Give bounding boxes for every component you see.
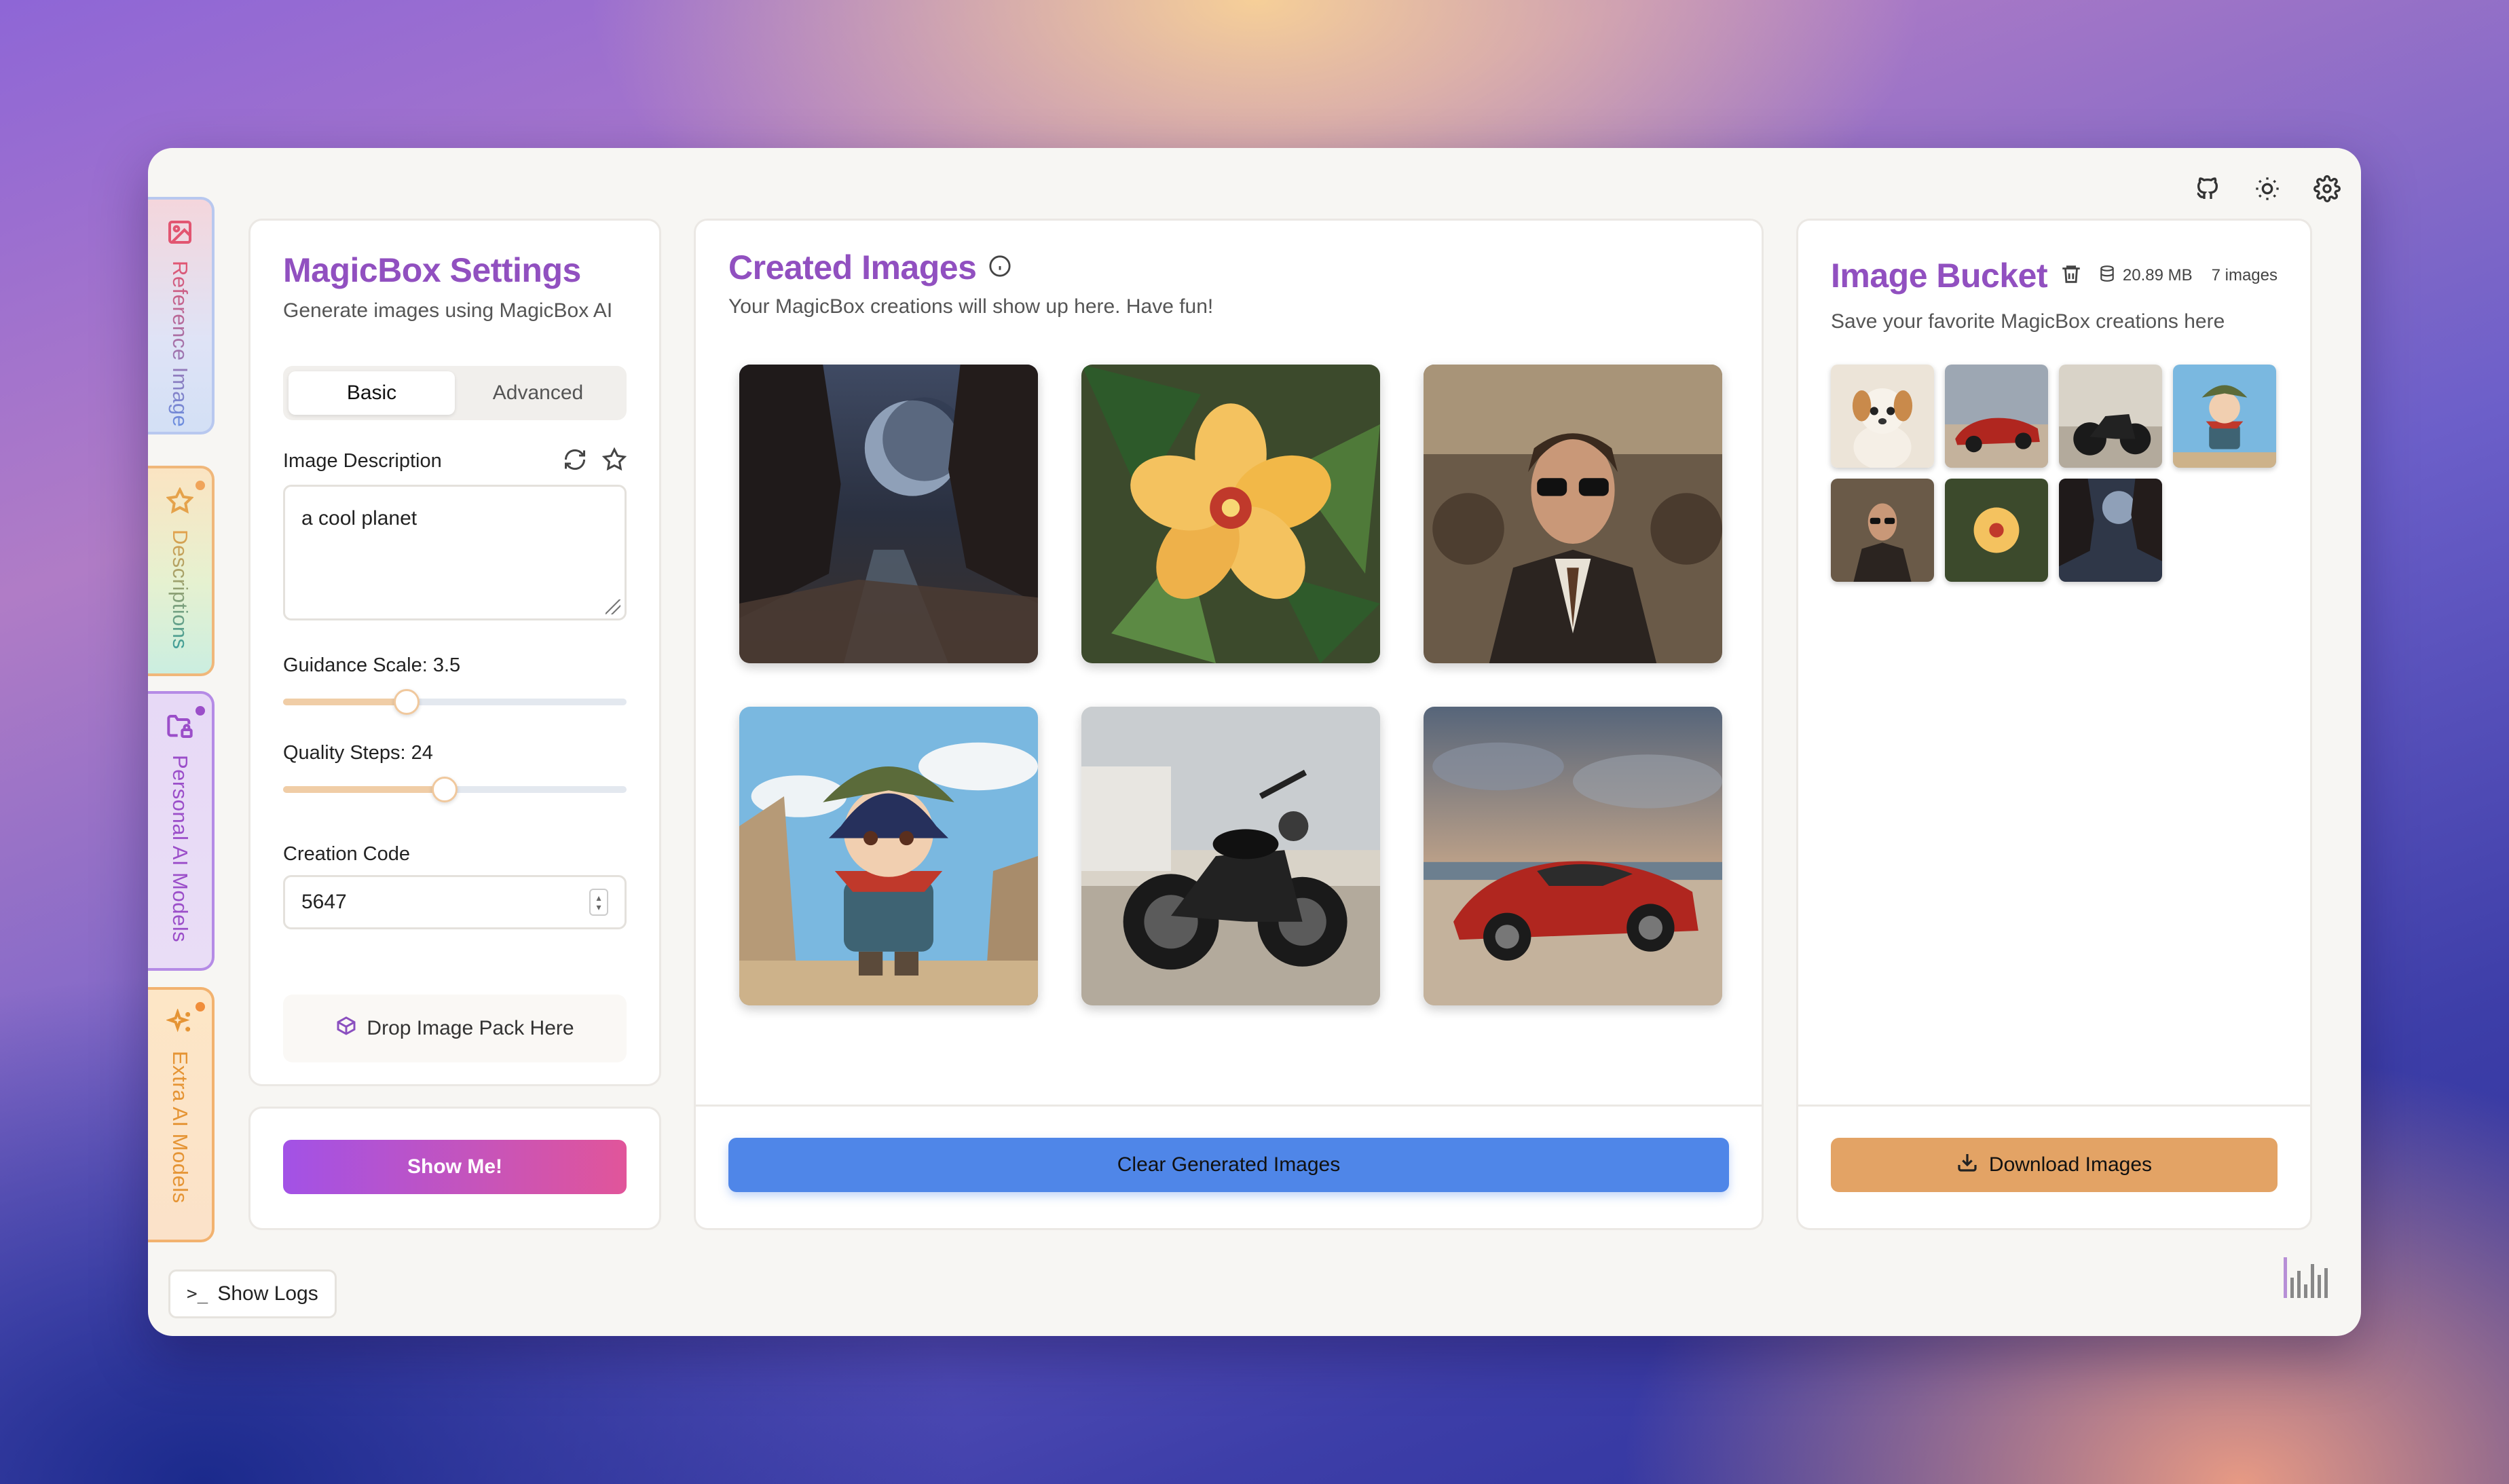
generated-image-motorcycle[interactable] <box>1081 707 1380 1005</box>
guidance-label: Guidance Scale: 3.5 <box>283 654 461 676</box>
download-images-button[interactable]: Download Images <box>1831 1138 2278 1192</box>
created-images-panel: Created Images Your MagicBox creations w… <box>694 219 1764 1230</box>
image-grid <box>739 365 1722 1005</box>
trash-icon[interactable] <box>2060 263 2083 289</box>
notification-dot <box>196 481 205 490</box>
code-value: 5647 <box>301 891 347 913</box>
folder-lock-icon <box>166 713 193 740</box>
bucket-size: 20.89 MB <box>2122 266 2193 284</box>
thumb-man[interactable] <box>1831 479 1934 582</box>
created-title: Created Images <box>728 248 977 286</box>
thumb-puppy[interactable] <box>1831 365 1934 468</box>
header-toolbar <box>2191 172 2343 205</box>
tab-label: Extra AI Models <box>168 1051 192 1204</box>
description-text: a cool planet <box>301 507 417 530</box>
thumb-flower[interactable] <box>1945 479 2048 582</box>
github-icon[interactable] <box>2191 172 2224 205</box>
stepper[interactable]: ▴ ▾ <box>589 889 608 916</box>
generated-image-flower[interactable] <box>1081 365 1380 663</box>
quality-label: Quality Steps: 24 <box>283 742 433 764</box>
sun-icon[interactable] <box>2251 172 2284 205</box>
tab-label: Reference Image <box>168 261 192 428</box>
star-icon <box>166 486 194 515</box>
refresh-icon[interactable] <box>563 447 587 475</box>
database-icon <box>2098 265 2116 287</box>
quality-slider[interactable] <box>283 775 627 802</box>
settings-title: MagicBox Settings <box>283 251 581 289</box>
generate-panel: Show Me! <box>248 1107 661 1230</box>
resize-handle[interactable] <box>606 599 620 614</box>
show-logs-button[interactable]: >_ Show Logs <box>168 1269 337 1318</box>
image-bucket-panel: Image Bucket 20.89 MB 7 images Save your… <box>1796 219 2312 1230</box>
bucket-count: 7 images <box>2211 266 2278 284</box>
download-label: Download Images <box>1988 1153 2153 1176</box>
mode-tabs: Basic Advanced <box>283 366 627 420</box>
slider-fill <box>283 786 445 793</box>
bucket-footer: Download Images <box>1798 1105 2310 1228</box>
created-subtitle: Your MagicBox creations will show up her… <box>728 295 1214 318</box>
tab-reference-image[interactable]: Reference Image <box>148 197 215 434</box>
generated-image-man[interactable] <box>1424 365 1722 663</box>
bucket-title: Image Bucket <box>1831 257 2048 295</box>
bucket-thumbnails <box>1831 365 2276 582</box>
created-footer: Clear Generated Images <box>696 1105 1762 1228</box>
download-icon <box>1956 1151 1978 1179</box>
thumb-chibi[interactable] <box>2173 365 2276 468</box>
slider-thumb[interactable] <box>431 777 458 802</box>
clear-images-button[interactable]: Clear Generated Images <box>728 1138 1729 1192</box>
thumb-motorcycle[interactable] <box>2059 365 2162 468</box>
thumb-planet[interactable] <box>2059 479 2162 582</box>
generated-image-chibi[interactable] <box>739 707 1038 1005</box>
creation-code-input[interactable]: 5647 ▴ ▾ <box>283 875 627 929</box>
notification-dot <box>196 706 205 716</box>
thumb-car[interactable] <box>1945 365 2048 468</box>
package-icon <box>335 1015 357 1042</box>
info-icon[interactable] <box>988 255 1011 281</box>
show-me-button[interactable]: Show Me! <box>283 1140 627 1194</box>
generated-image-car[interactable] <box>1424 707 1722 1005</box>
tab-advanced[interactable]: Advanced <box>455 371 621 415</box>
sparkles-icon <box>165 1007 193 1036</box>
description-label: Image Description <box>283 450 442 472</box>
brand-logo <box>2281 1250 2338 1312</box>
tab-basic[interactable]: Basic <box>289 371 455 415</box>
bucket-subtitle: Save your favorite MagicBox creations he… <box>1831 310 2225 333</box>
tab-label: Descriptions <box>168 530 192 650</box>
tab-personal-ai-models[interactable]: Personal AI Models <box>148 691 215 971</box>
tab-label: Personal AI Models <box>168 755 192 943</box>
tab-extra-ai-models[interactable]: Extra AI Models <box>148 987 215 1242</box>
generated-image-planet[interactable] <box>739 365 1038 663</box>
image-icon <box>166 219 193 246</box>
gear-icon[interactable] <box>2311 172 2343 205</box>
tab-descriptions[interactable]: Descriptions <box>148 466 215 676</box>
settings-subtitle: Generate images using MagicBox AI <box>283 299 613 322</box>
drop-zone[interactable]: Drop Image Pack Here <box>283 995 627 1062</box>
terminal-icon: >_ <box>187 1284 208 1304</box>
notification-dot <box>196 1002 205 1012</box>
guidance-slider[interactable] <box>283 688 627 715</box>
description-input[interactable]: a cool planet <box>283 485 627 620</box>
logs-label: Show Logs <box>217 1282 318 1305</box>
settings-panel: MagicBox Settings Generate images using … <box>248 219 661 1086</box>
drop-label: Drop Image Pack Here <box>367 1017 574 1039</box>
slider-fill <box>283 699 407 705</box>
app-window: Reference Image Descriptions Personal AI… <box>148 148 2361 1336</box>
star-icon[interactable] <box>601 447 627 475</box>
code-label: Creation Code <box>283 843 410 865</box>
slider-thumb[interactable] <box>394 689 420 715</box>
